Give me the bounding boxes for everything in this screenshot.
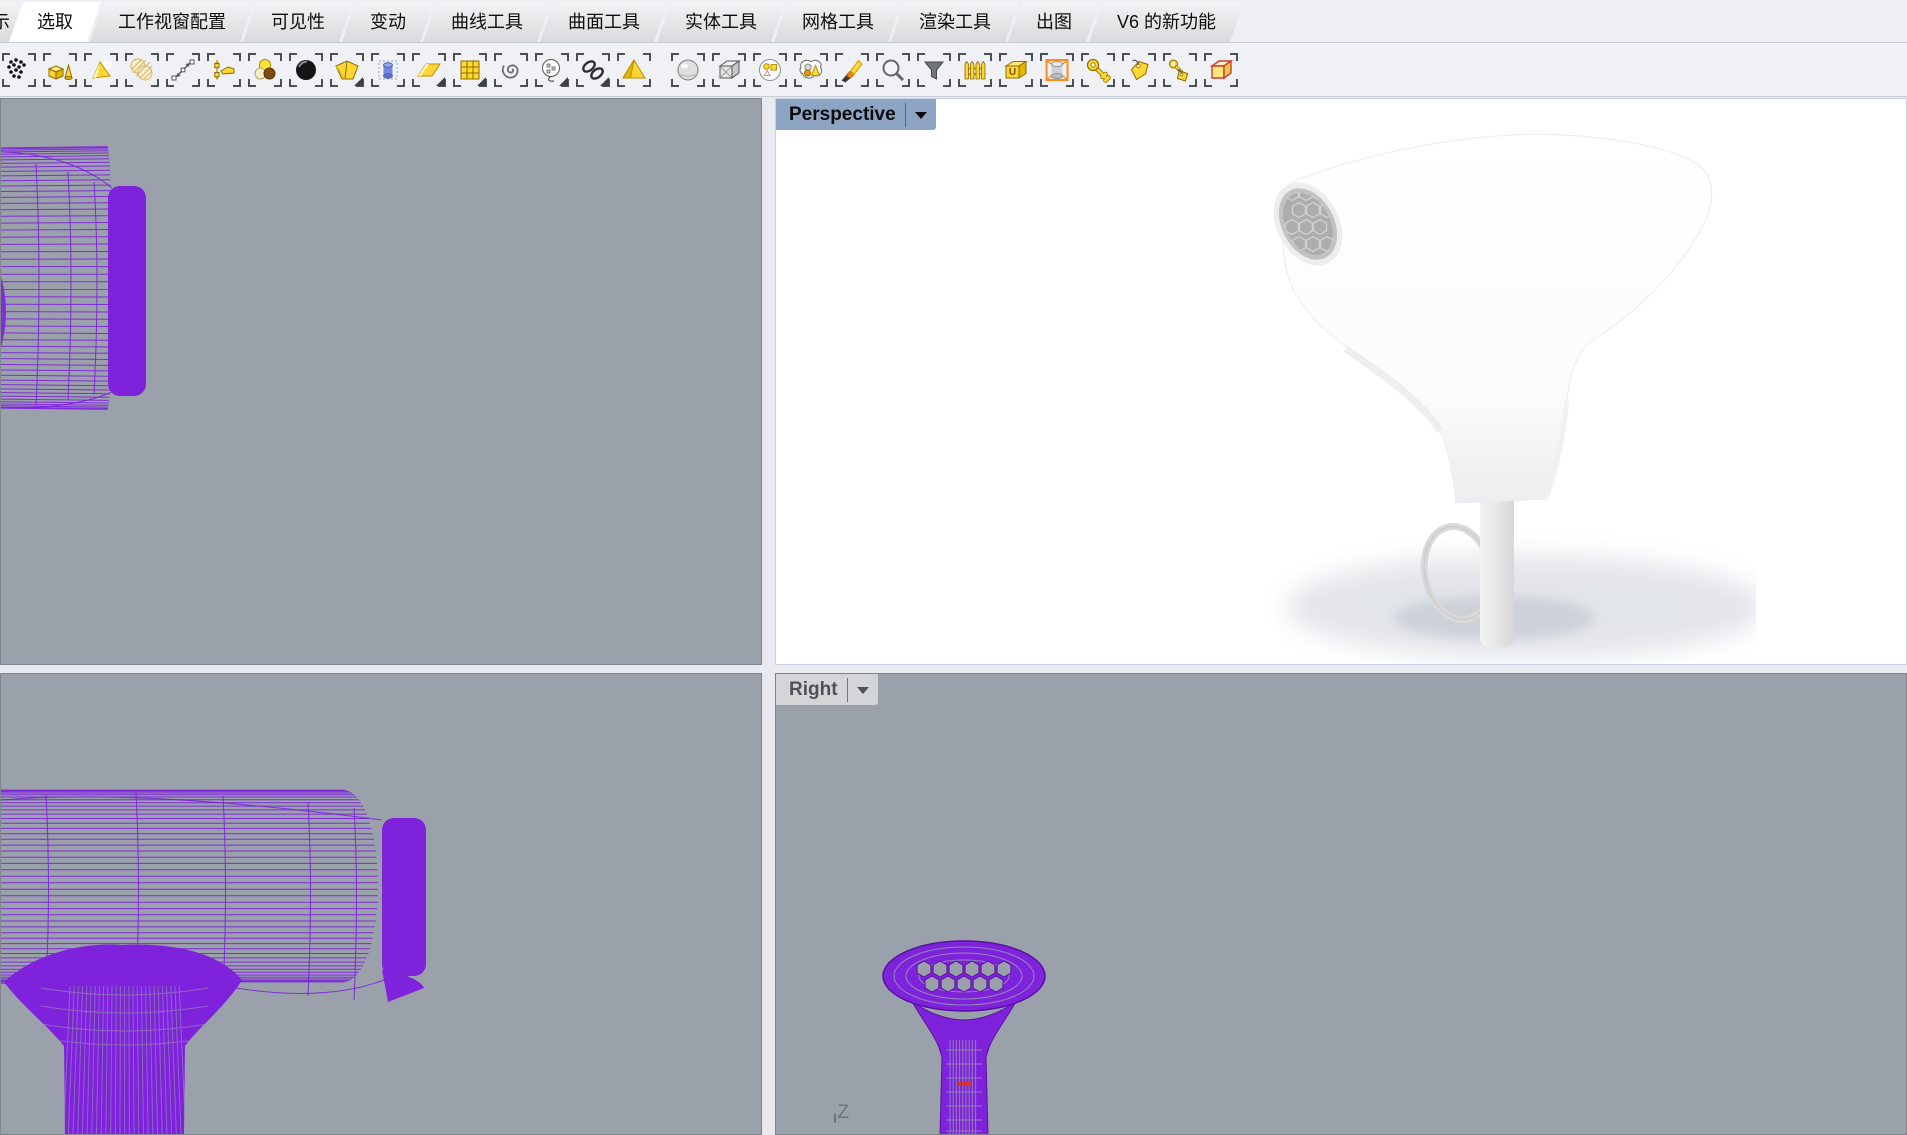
viewport-perspective[interactable]: Perspective <box>775 98 1907 665</box>
fence-icon[interactable] <box>958 53 992 87</box>
menu-tab-label: 实体工具 <box>685 12 757 32</box>
toolbar-separator <box>658 50 664 90</box>
viewport-title: Right <box>789 679 838 701</box>
menu-tab-4[interactable]: 变动 <box>342 2 434 42</box>
menu-tab-label: 曲面工具 <box>568 12 640 32</box>
yellow-plane-icon[interactable] <box>412 53 446 87</box>
menu-tab-7[interactable]: 实体工具 <box>657 2 785 42</box>
menu-tab-label: 网格工具 <box>802 12 874 32</box>
color-circles-icon[interactable] <box>248 53 282 87</box>
key-and-tag-icon[interactable] <box>1163 53 1197 87</box>
wireframe-right-view <box>866 934 1076 1135</box>
menu-tab-label: 变动 <box>370 12 406 32</box>
tag-icon[interactable] <box>1122 53 1156 87</box>
menu-tab-9[interactable]: 渲染工具 <box>891 2 1019 42</box>
menu-tab-label: 可见性 <box>271 12 325 32</box>
hatched-circles-icon[interactable] <box>125 53 159 87</box>
z-axis-label: Z <box>834 1102 849 1124</box>
menu-tab-3[interactable]: 可见性 <box>243 2 353 42</box>
cube-u-icon[interactable]: U <box>999 53 1033 87</box>
menu-tab-label: V6 的新功能 <box>1117 12 1216 32</box>
menu-tab-label: 曲线工具 <box>451 12 523 32</box>
spiral-icon[interactable] <box>494 53 528 87</box>
pyramid-icon[interactable] <box>617 53 651 87</box>
label-separator <box>905 103 906 127</box>
menu-tab-5[interactable]: 曲线工具 <box>423 2 551 42</box>
open-surface-icon[interactable] <box>330 53 364 87</box>
dimension-hand-icon[interactable] <box>207 53 241 87</box>
menu-tab-2[interactable]: 工作视窗配置 <box>90 2 254 42</box>
viewport-title: Perspective <box>789 104 896 126</box>
svg-text:U: U <box>1009 67 1016 78</box>
magnifier-icon[interactable] <box>876 53 910 87</box>
menu-tab-1[interactable]: 选取 <box>9 2 101 42</box>
menu-tab-11[interactable]: V6 的新功能 <box>1089 2 1244 42</box>
menu-tab-label: 渲染工具 <box>919 12 991 32</box>
label-separator <box>847 678 848 702</box>
toolbar: U <box>0 43 1907 97</box>
menu-tab-label: 示 <box>0 12 10 32</box>
gray-sphere-icon[interactable] <box>671 53 705 87</box>
viewport-top-left[interactable] <box>0 98 762 665</box>
rendered-hairdryer <box>1196 109 1756 665</box>
viewport-right[interactable]: Right Z <box>775 673 1907 1135</box>
small-shapes-circle-icon[interactable] <box>753 53 787 87</box>
wireframe-bottom-left <box>0 774 546 1135</box>
viewport-bottom-left[interactable] <box>0 673 762 1135</box>
menu-tab-label: 工作视窗配置 <box>118 12 226 32</box>
yellow-grid-icon[interactable] <box>453 53 487 87</box>
menu-tab-bar: 示 选取 工作视窗配置 可见性 变动 曲线工具 曲面工具 实体工具 网格工具 渲染工具 出图 V6 的… <box>0 0 1907 43</box>
menu-tab-8[interactable]: 网格工具 <box>774 2 902 42</box>
filter-funnel-icon[interactable] <box>917 53 951 87</box>
z-axis-tick <box>834 1114 836 1123</box>
wireframe-top-left <box>0 142 156 472</box>
chevron-down-icon[interactable] <box>857 687 869 694</box>
paintbrush-icon[interactable] <box>835 53 869 87</box>
chevron-down-icon[interactable] <box>915 112 927 119</box>
cube-and-cone-icon[interactable] <box>43 53 77 87</box>
cone-icon[interactable] <box>84 53 118 87</box>
perspective-viewport-label[interactable]: Perspective <box>776 99 936 130</box>
dot-grid-icon[interactable] <box>2 53 36 87</box>
menu-tab-6[interactable]: 曲面工具 <box>540 2 668 42</box>
resize-arrows-icon[interactable] <box>166 53 200 87</box>
menu-tab-10[interactable]: 出图 <box>1008 2 1100 42</box>
blue-cylinder-icon[interactable] <box>371 53 405 87</box>
beads-circle-icon[interactable] <box>535 53 569 87</box>
gray-cube-icon[interactable] <box>712 53 746 87</box>
lasso-shapes-icon[interactable] <box>794 53 828 87</box>
key-icon[interactable] <box>1081 53 1115 87</box>
red-edge-cube-icon[interactable] <box>1204 53 1238 87</box>
menu-tab-label: 选取 <box>37 12 73 32</box>
right-viewport-label[interactable]: Right <box>776 674 878 705</box>
chain-icon[interactable] <box>576 53 610 87</box>
menu-tab-label: 出图 <box>1036 12 1072 32</box>
black-sphere-icon[interactable] <box>289 53 323 87</box>
cylinder-frame-icon[interactable] <box>1040 53 1074 87</box>
